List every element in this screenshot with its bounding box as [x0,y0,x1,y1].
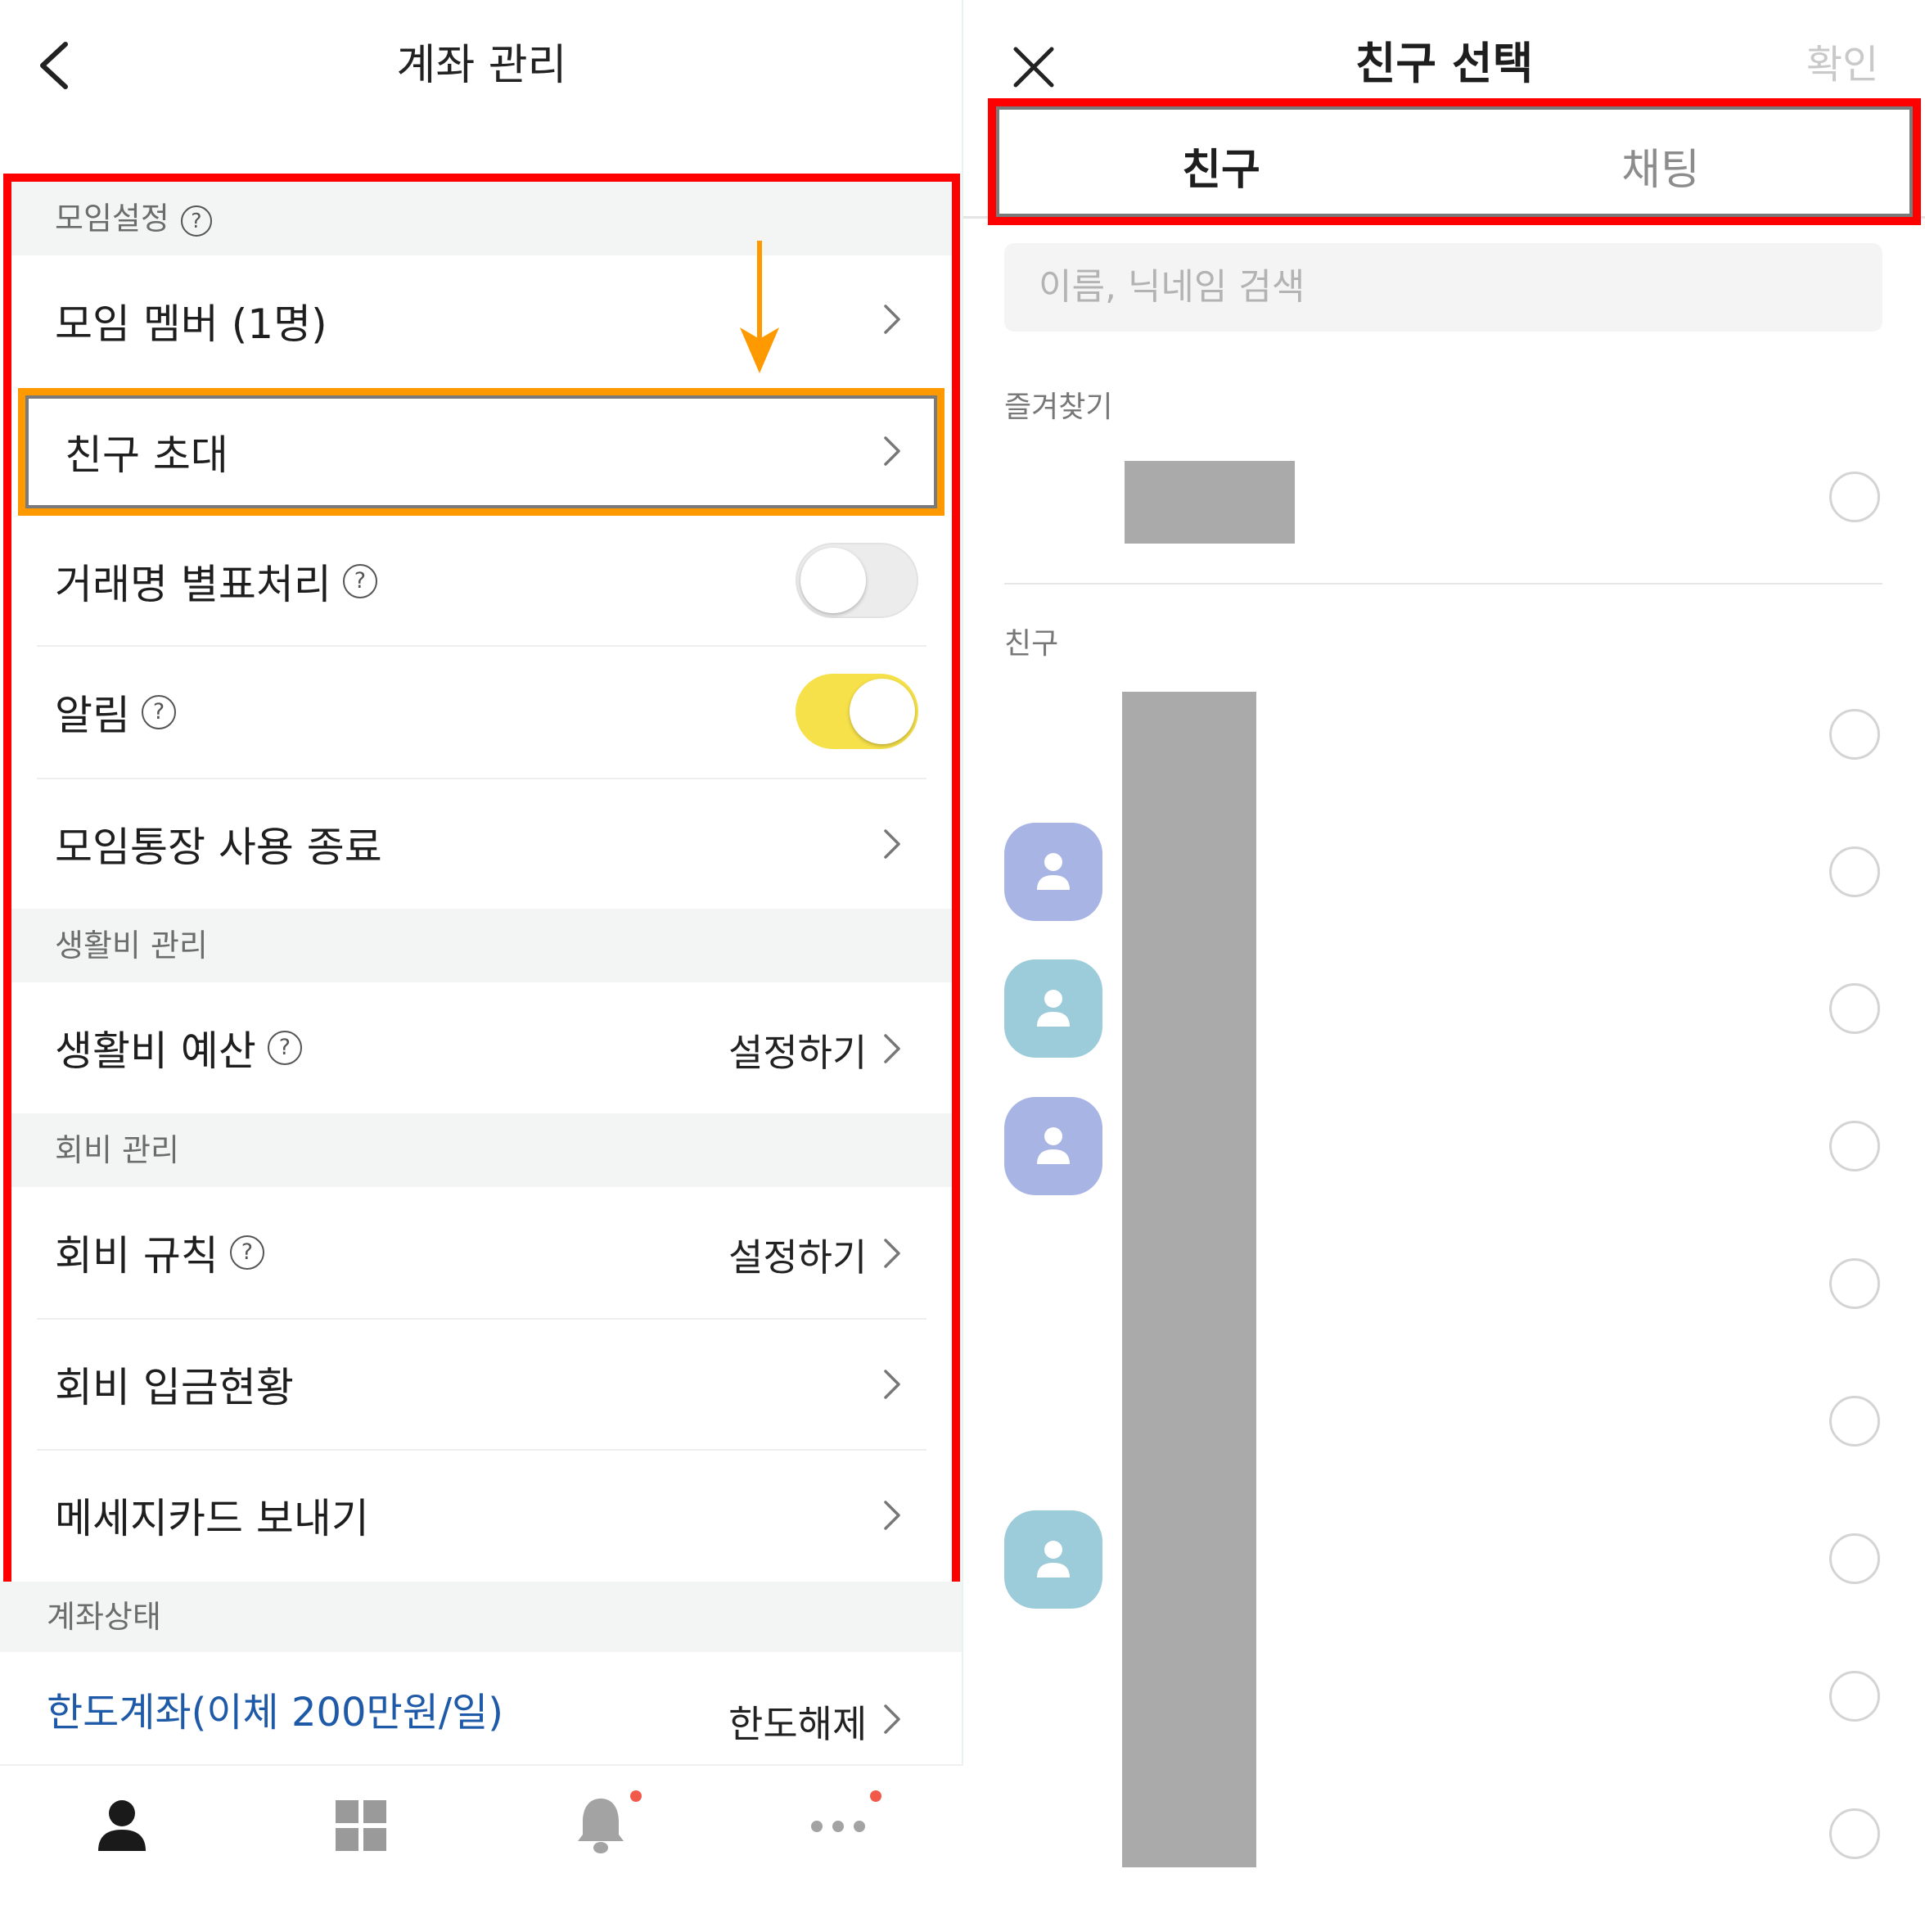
select-radio[interactable] [1829,1121,1880,1171]
grid-icon[interactable] [336,1800,386,1851]
friend-select-screen: 친구 선택 확인 친구 채팅 이름, 닉네임 검색 즐겨찾기 친구 [963,0,1925,1930]
highlight-red-box [988,98,1921,225]
section-header-account-status: 계좌상태 [0,1582,962,1652]
avatar [1004,1510,1102,1609]
more-icon[interactable] [809,1818,868,1835]
avatar [1004,1097,1102,1195]
select-radio[interactable] [1829,709,1880,760]
select-radio[interactable] [1829,846,1880,897]
select-radio[interactable] [1829,1808,1880,1859]
person-icon[interactable] [97,1799,147,1853]
account-management-screen: 계좌 관리 모임설정? 모임 멤버 (1명) 친구 초대 거래명 별표처리? 알… [0,0,963,1932]
highlight-red-box [3,174,960,1590]
person-icon [1037,853,1070,890]
limit-release-text: 한도해제 [728,1702,868,1746]
redacted-names [1122,692,1256,1867]
select-radio[interactable] [1829,1258,1880,1309]
confirm-button[interactable]: 확인 [1806,36,1878,93]
person-icon [1037,1127,1070,1164]
friends-label: 친구 [1004,627,1059,661]
select-radio[interactable] [1829,983,1880,1034]
page-title: 계좌 관리 [396,41,567,90]
page-title: 친구 선택 [1355,38,1534,89]
divider [1004,583,1882,585]
chevron-right-icon [884,1704,900,1734]
avatar [1004,959,1102,1058]
bottom-navigation [0,1764,963,1932]
select-radio[interactable] [1829,472,1880,522]
redacted-name [1125,461,1295,544]
search-input[interactable]: 이름, 닉네임 검색 [1004,243,1882,332]
notification-dot [630,1790,642,1802]
avatar [1004,823,1102,921]
bell-icon[interactable] [576,1797,625,1854]
notification-dot [870,1790,881,1802]
person-icon [1037,1541,1070,1578]
favorites-label: 즐겨찾기 [1004,390,1113,424]
select-radio[interactable] [1829,1396,1880,1447]
select-radio[interactable] [1829,1671,1880,1722]
person-icon [1037,990,1070,1027]
row-label: 한도계좌(이체 200만원/일) [47,1690,503,1736]
select-radio[interactable] [1829,1533,1880,1584]
